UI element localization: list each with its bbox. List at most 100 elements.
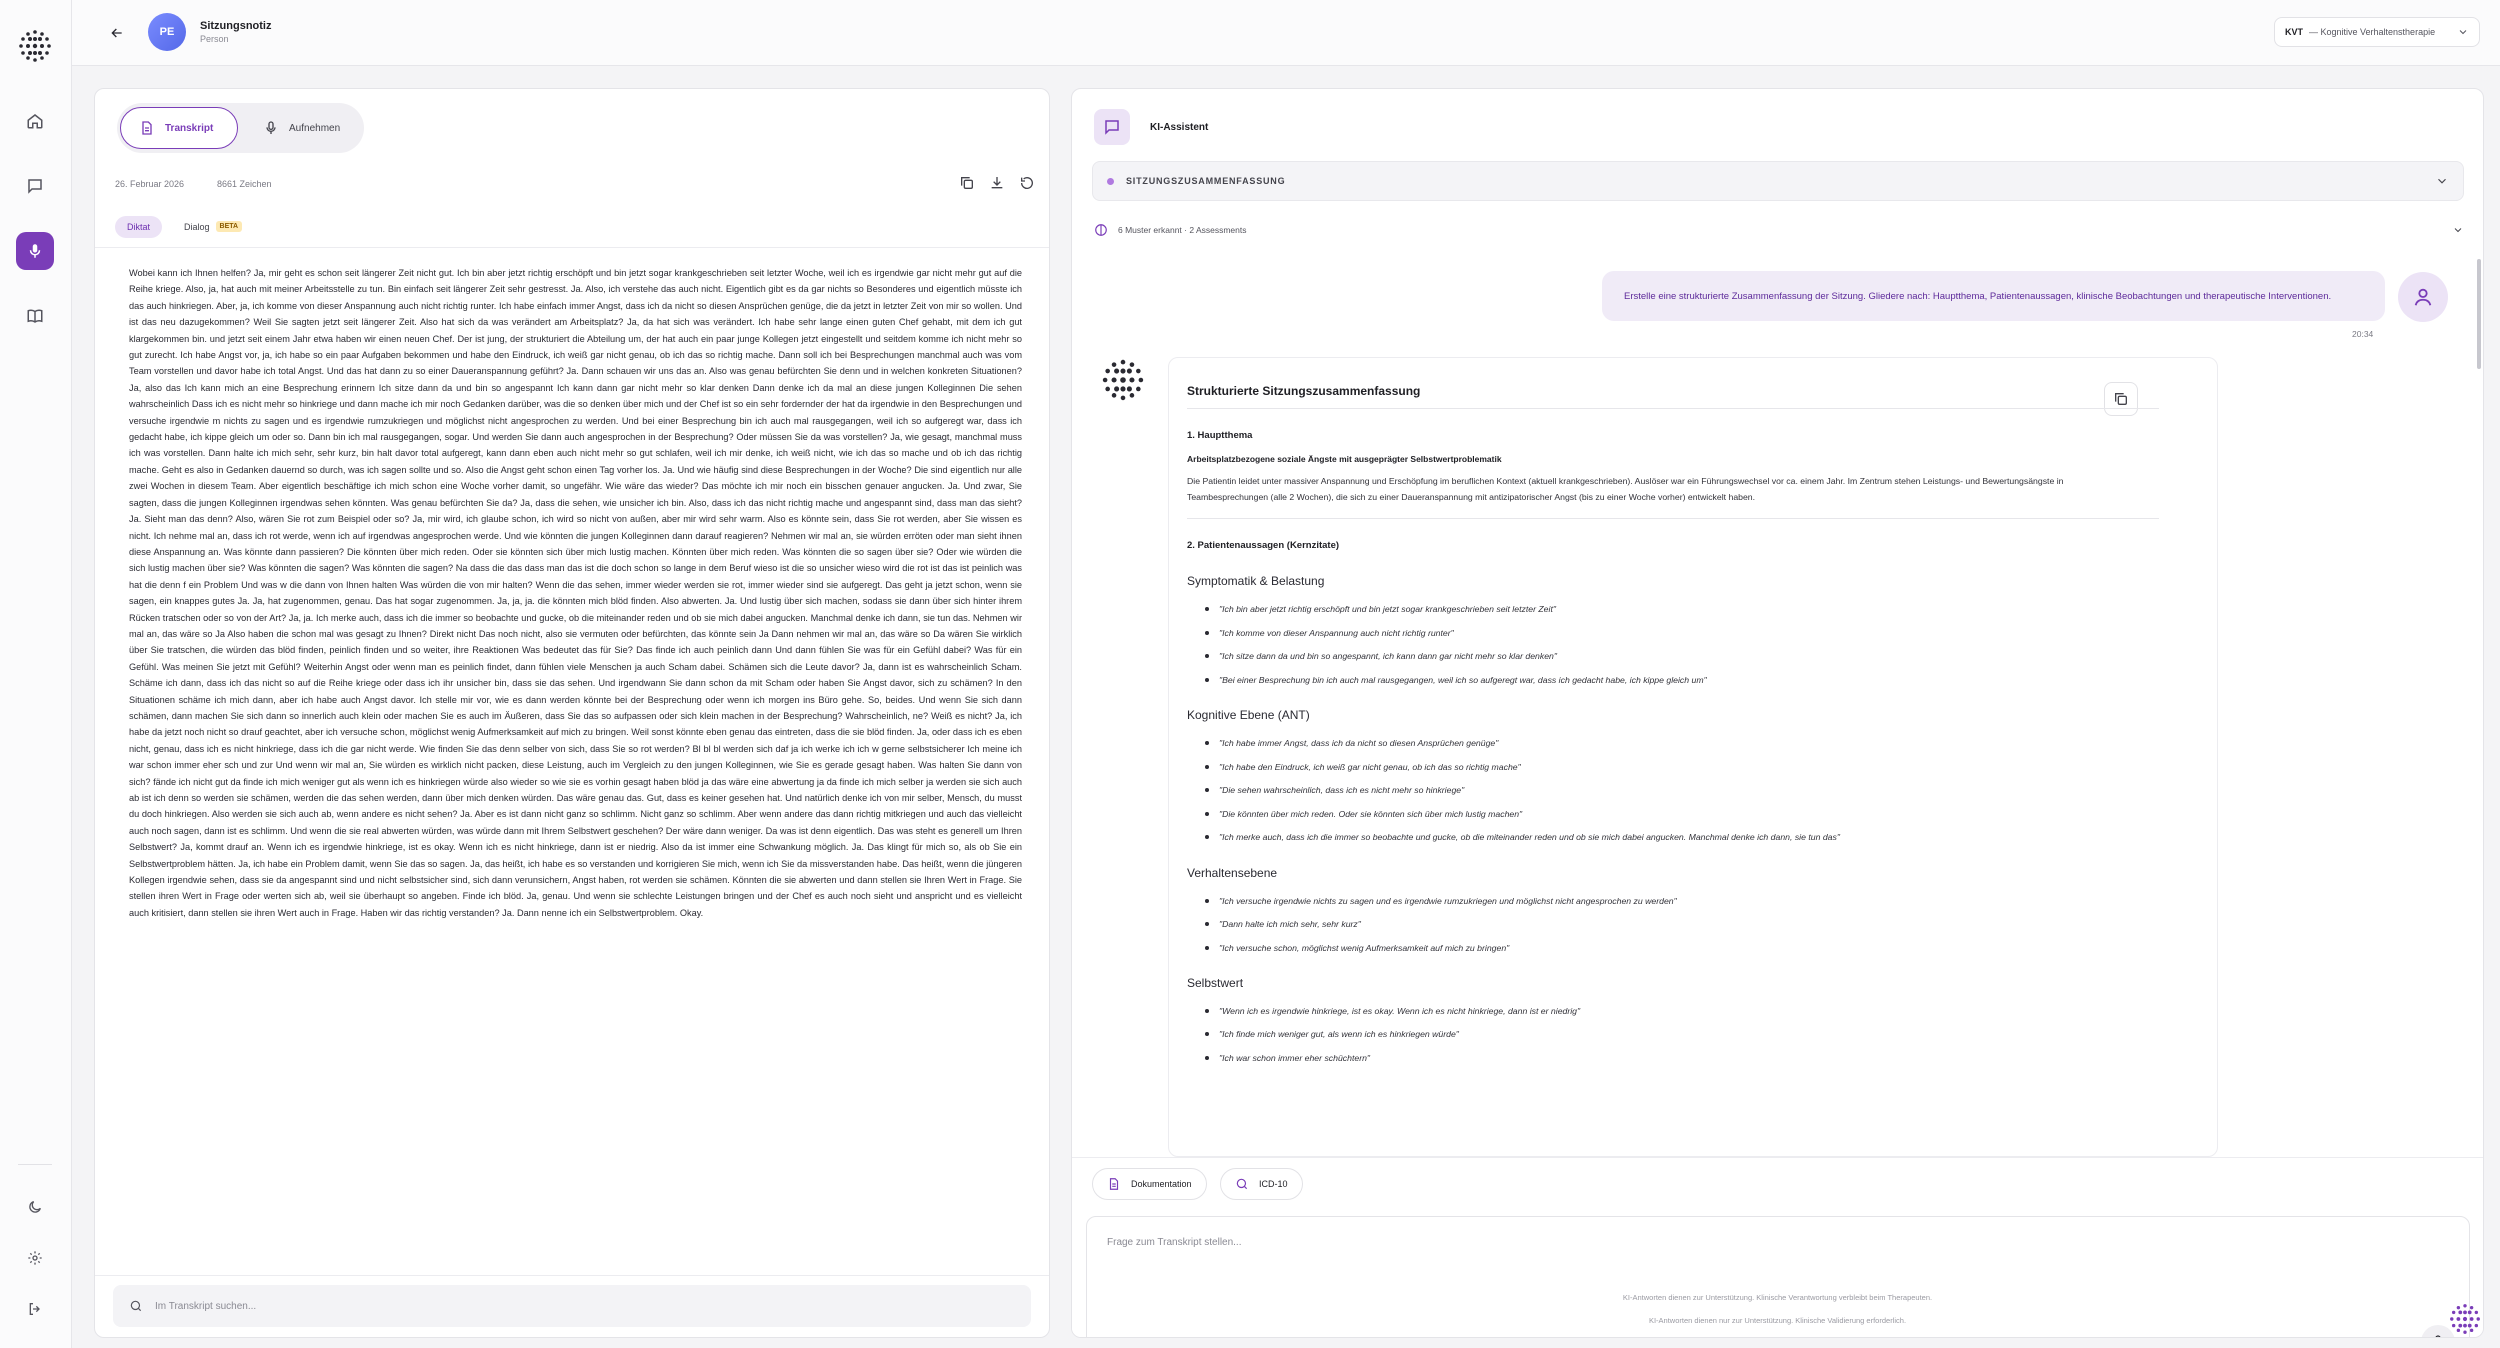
transcript-panel: Transkript Aufnehmen 26. Februar 2026 86… [94, 88, 1050, 1338]
chip-dokumentation-label: Dokumentation [1131, 1179, 1192, 1189]
chevron-down-icon [2459, 30, 2467, 35]
pattern-icon [1095, 224, 1107, 236]
status-dot [1107, 177, 1114, 185]
therapy-select[interactable]: KVT — Kognitive Verhaltenstherapie [2274, 17, 2480, 47]
download-transcript-button[interactable] [985, 171, 1009, 195]
response-title: Strukturierte Sitzungszusammenfassung [1187, 384, 1421, 398]
quote-item: "Ich habe immer Angst, dass ich da nicht… [1205, 738, 1498, 748]
therapy-code: KVT [2285, 27, 2303, 37]
chevron-down-icon [2454, 228, 2462, 233]
quote-item: "Die sehen wahrscheinlich, dass ich es n… [1205, 785, 1464, 795]
gear-icon [28, 1251, 42, 1265]
quote-item: "Ich habe den Eindruck, ich weiß gar nic… [1205, 762, 1521, 772]
tab-aufnehmen-label: Aufnehmen [289, 122, 341, 134]
page-subtitle: Person [200, 34, 229, 44]
summary-accordion[interactable]: SITZUNGSZUSAMMENFASSUNG [1092, 161, 2464, 201]
nav-settings[interactable] [16, 1239, 54, 1277]
transcript-subtabs: Diktat Dialog BETA [115, 215, 254, 238]
section-heading: 2. Patientenaussagen (Kernzitate) [1187, 540, 1340, 551]
document-icon [142, 121, 152, 135]
microphone-icon [266, 121, 276, 134]
nav-chat[interactable] [16, 167, 54, 205]
pattern-summary-toggle[interactable]: 6 Muster erkannt · 2 Assessments [1094, 223, 2464, 237]
subtab-diktat-label: Diktat [127, 221, 151, 232]
quote-item: "Ich komme von dieser Anspannung auch ni… [1205, 628, 1454, 638]
section-divider [1187, 518, 2159, 519]
top-header: PE Sitzungsnotiz Person KVT — Kognitive … [72, 0, 2500, 66]
chat-scrollbar[interactable] [2477, 259, 2481, 369]
help-logo-icon[interactable] [2448, 1302, 2482, 1336]
user-message: Erstelle eine strukturierte Zusammenfass… [1602, 271, 2385, 321]
rail-divider [18, 1164, 52, 1165]
subtab-dialog[interactable]: Dialog BETA [172, 215, 254, 238]
group-heading: Symptomatik & Belastung [1187, 574, 1325, 588]
pattern-summary-label: 6 Muster erkannt · 2 Assessments [1118, 225, 1247, 235]
transcript-mode-switch: Transkript Aufnehmen [117, 103, 364, 153]
chat-icon [1105, 120, 1119, 135]
disclaimer-primary: KI-Antworten dienen zur Unterstützung. K… [1622, 1293, 1933, 1302]
quote-item: "Ich bin aber jetzt richtig erschöpft un… [1205, 604, 1556, 614]
therapy-label: — Kognitive Verhaltenstherapie [2309, 27, 2436, 37]
nav-record[interactable] [16, 232, 54, 270]
assistant-title: KI-Assistent [1150, 122, 1209, 133]
chat-composer: Dokumentation ICD-10 [1072, 1157, 2483, 1337]
refresh-icon [1020, 177, 1033, 189]
group-heading: Selbstwert [1187, 976, 1244, 990]
tab-transkript[interactable]: Transkript [120, 107, 238, 149]
microphone-icon [2435, 1335, 2441, 1337]
chip-dokumentation[interactable]: Dokumentation [1092, 1168, 1207, 1200]
subtab-diktat[interactable]: Diktat [115, 215, 163, 238]
quote-item: "Die könnten über mich reden. Oder sie k… [1205, 809, 1522, 819]
patient-avatar: PE [148, 13, 186, 51]
section-body: Die Patientin leidet unter massiver Ansp… [1187, 476, 2064, 502]
assistant-icon [1094, 109, 1130, 145]
copy-icon [2115, 393, 2127, 405]
chip-icd10[interactable]: ICD-10 [1220, 1168, 1303, 1200]
quote-item: "Ich versuche schon, möglichst wenig Auf… [1205, 943, 1509, 953]
quote-item: "Bei einer Besprechung bin ich auch mal … [1205, 675, 1707, 685]
arrow-left-icon [111, 28, 122, 38]
transcript-divider [95, 247, 1049, 248]
quote-item: "Ich finde mich weniger gut, als wenn ic… [1205, 1029, 1459, 1039]
group-heading: Kognitive Ebene (ANT) [1187, 708, 1310, 722]
reset-transcript-button[interactable] [1015, 171, 1039, 195]
book-icon [27, 309, 43, 323]
back-button[interactable] [102, 18, 132, 48]
copy-transcript-button[interactable] [955, 171, 979, 195]
transcript-text[interactable]: Wobei kann ich Ihnen helfen? Ja, mir geh… [129, 265, 1022, 921]
copy-response-button[interactable] [2104, 382, 2138, 416]
nav-dark-mode[interactable] [16, 1188, 54, 1226]
home-icon [27, 114, 43, 129]
user-icon [2414, 288, 2432, 306]
document-icon [1109, 1178, 1119, 1190]
assistant-panel: KI-Assistent SITZUNGSZUSAMMENFASSUNG 6 M… [1071, 88, 2484, 1338]
section-subheading: Arbeitsplatzbezogene soziale Ängste mit … [1187, 454, 1502, 464]
quote-item: "Ich war schon immer eher schüchtern" [1205, 1053, 1370, 1063]
chip-icd10-label: ICD-10 [1259, 1179, 1288, 1189]
moon-icon [29, 1201, 41, 1213]
section-heading: 1. Hauptthema [1187, 430, 1253, 441]
summary-accordion-label: SITZUNGSZUSAMMENFASSUNG [1126, 176, 1286, 186]
nav-home[interactable] [16, 102, 54, 140]
user-avatar [2398, 272, 2448, 322]
question-input[interactable] [1107, 1237, 2307, 1277]
transcript-search-input[interactable] [155, 1300, 1015, 1312]
search-icon [130, 1300, 142, 1312]
nav-rail [0, 0, 72, 1348]
search-divider [95, 1275, 1049, 1276]
app-logo-icon[interactable] [17, 28, 53, 64]
tab-aufnehmen[interactable]: Aufnehmen [245, 107, 361, 149]
quote-item: "Ich merke auch, dass ich die immer so b… [1205, 832, 1840, 842]
subtab-dialog-label: Dialog [184, 221, 210, 232]
title-divider [1187, 408, 2159, 409]
nav-logout[interactable] [16, 1290, 54, 1328]
quote-item: "Ich sitze dann da und bin so angespannt… [1205, 651, 1557, 661]
chat-icon [28, 179, 42, 194]
quote-item: "Wenn ich es irgendwie hinkriege, ist es… [1205, 1006, 1580, 1016]
beta-badge: BETA [215, 221, 243, 232]
download-icon [991, 177, 1003, 189]
search-icon [1236, 1178, 1248, 1190]
quote-item: "Dann halte ich mich sehr, sehr kurz" [1205, 919, 1361, 929]
assistant-response-card: Strukturierte Sitzungszusammenfassung 1.… [1168, 357, 2218, 1157]
nav-library[interactable] [16, 297, 54, 335]
